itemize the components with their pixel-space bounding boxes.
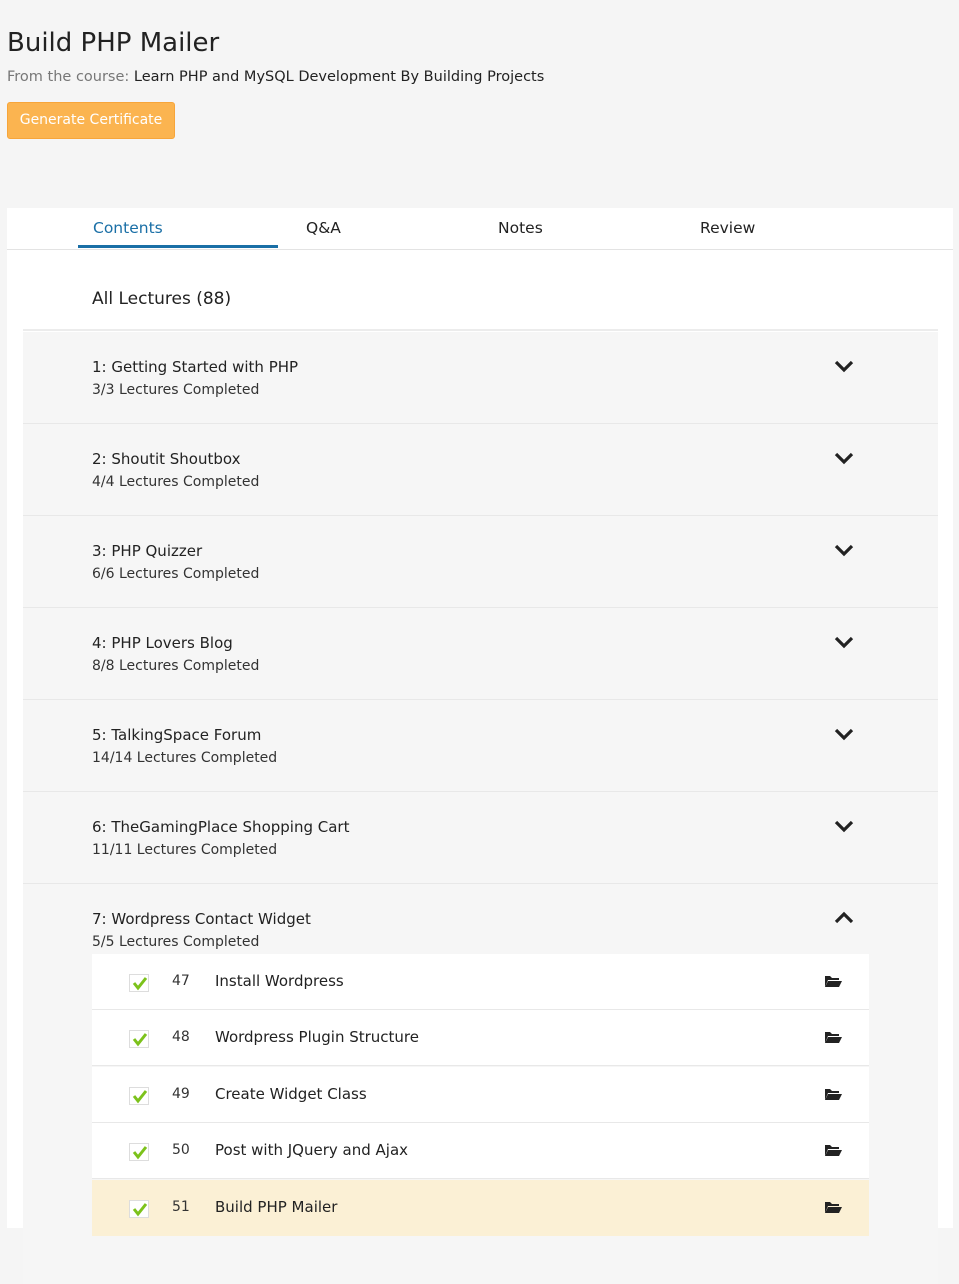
chevron-up-icon[interactable] — [833, 910, 855, 926]
completed-check-icon[interactable] — [129, 1087, 149, 1105]
lecture-title[interactable]: Install Wordpress — [215, 972, 344, 990]
folder-open-icon[interactable] — [824, 1087, 842, 1101]
chevron-down-icon[interactable] — [833, 542, 855, 558]
section-progress: 8/8 Lectures Completed — [92, 658, 260, 674]
section-progress: 6/6 Lectures Completed — [92, 566, 260, 582]
lecture-title[interactable]: Post with JQuery and Ajax — [215, 1141, 408, 1159]
lecture-title[interactable]: Wordpress Plugin Structure — [215, 1028, 419, 1046]
section-4[interactable]: 4: PHP Lovers Blog 8/8 Lectures Complete… — [23, 608, 938, 700]
page-title: Build PHP Mailer — [7, 28, 220, 58]
lecture-row[interactable]: 49 Create Widget Class — [92, 1067, 869, 1123]
section-title: 6: TheGamingPlace Shopping Cart — [92, 818, 350, 836]
lecture-row[interactable]: 47 Install Wordpress — [92, 954, 869, 1010]
chevron-down-icon[interactable] — [833, 634, 855, 650]
section-title: 3: PHP Quizzer — [92, 542, 203, 560]
tab-contents[interactable]: Contents — [78, 208, 278, 248]
section-3[interactable]: 3: PHP Quizzer 6/6 Lectures Completed — [23, 516, 938, 608]
folder-open-icon[interactable] — [824, 1030, 842, 1044]
completed-check-icon[interactable] — [129, 1200, 149, 1218]
generate-certificate-button[interactable]: Generate Certificate — [7, 102, 175, 139]
all-lectures-heading: All Lectures (88) — [23, 250, 938, 331]
section-progress: 14/14 Lectures Completed — [92, 750, 278, 766]
completed-check-icon[interactable] — [129, 1143, 149, 1161]
tab-bar: Contents Q&A Notes Review — [7, 208, 953, 250]
from-course-label: From the course: — [7, 69, 130, 85]
lecture-number: 51 — [172, 1199, 190, 1215]
course-name: Learn PHP and MySQL Development By Build… — [133, 69, 545, 85]
section-7[interactable]: 7: Wordpress Contact Widget 5/5 Lectures… — [23, 884, 938, 1284]
lecture-row[interactable]: 48 Wordpress Plugin Structure — [92, 1010, 869, 1066]
lecture-number: 49 — [172, 1086, 190, 1102]
section-1[interactable]: 1: Getting Started with PHP 3/3 Lectures… — [23, 332, 938, 424]
chevron-down-icon[interactable] — [833, 726, 855, 742]
tab-qa[interactable]: Q&A — [292, 208, 492, 249]
tab-notes[interactable]: Notes — [484, 208, 684, 249]
section-progress: 11/11 Lectures Completed — [92, 842, 278, 858]
all-lectures-label: All Lectures (88) — [92, 289, 232, 309]
lecture-number: 48 — [172, 1029, 190, 1045]
section-5[interactable]: 5: TalkingSpace Forum 14/14 Lectures Com… — [23, 700, 938, 792]
chevron-down-icon[interactable] — [833, 358, 855, 374]
section-title: 2: Shoutit Shoutbox — [92, 450, 241, 468]
folder-open-icon[interactable] — [824, 1200, 842, 1214]
section-title: 7: Wordpress Contact Widget — [92, 910, 311, 928]
completed-check-icon[interactable] — [129, 974, 149, 992]
lecture-number: 50 — [172, 1142, 190, 1158]
section-progress: 3/3 Lectures Completed — [92, 382, 260, 398]
lecture-row[interactable]: 50 Post with JQuery and Ajax — [92, 1123, 869, 1179]
folder-open-icon[interactable] — [824, 1143, 842, 1157]
course-panel: Contents Q&A Notes Review All Lectures (… — [7, 208, 953, 1284]
lecture-number: 47 — [172, 973, 190, 989]
section-title: 4: PHP Lovers Blog — [92, 634, 233, 652]
section-6[interactable]: 6: TheGamingPlace Shopping Cart 11/11 Le… — [23, 792, 938, 884]
lecture-title[interactable]: Build PHP Mailer — [215, 1198, 337, 1216]
tab-review[interactable]: Review — [686, 208, 886, 249]
section-progress: 4/4 Lectures Completed — [92, 474, 260, 490]
folder-open-icon[interactable] — [824, 974, 842, 988]
lecture-title[interactable]: Create Widget Class — [215, 1085, 367, 1103]
section-progress: 5/5 Lectures Completed — [92, 934, 260, 950]
chevron-down-icon[interactable] — [833, 450, 855, 466]
section-title: 1: Getting Started with PHP — [92, 358, 299, 376]
chevron-down-icon[interactable] — [833, 818, 855, 834]
completed-check-icon[interactable] — [129, 1030, 149, 1048]
section-title: 5: TalkingSpace Forum — [92, 726, 262, 744]
course-source: From the course: Learn PHP and MySQL Dev… — [7, 69, 544, 85]
section-2[interactable]: 2: Shoutit Shoutbox 4/4 Lectures Complet… — [23, 424, 938, 516]
